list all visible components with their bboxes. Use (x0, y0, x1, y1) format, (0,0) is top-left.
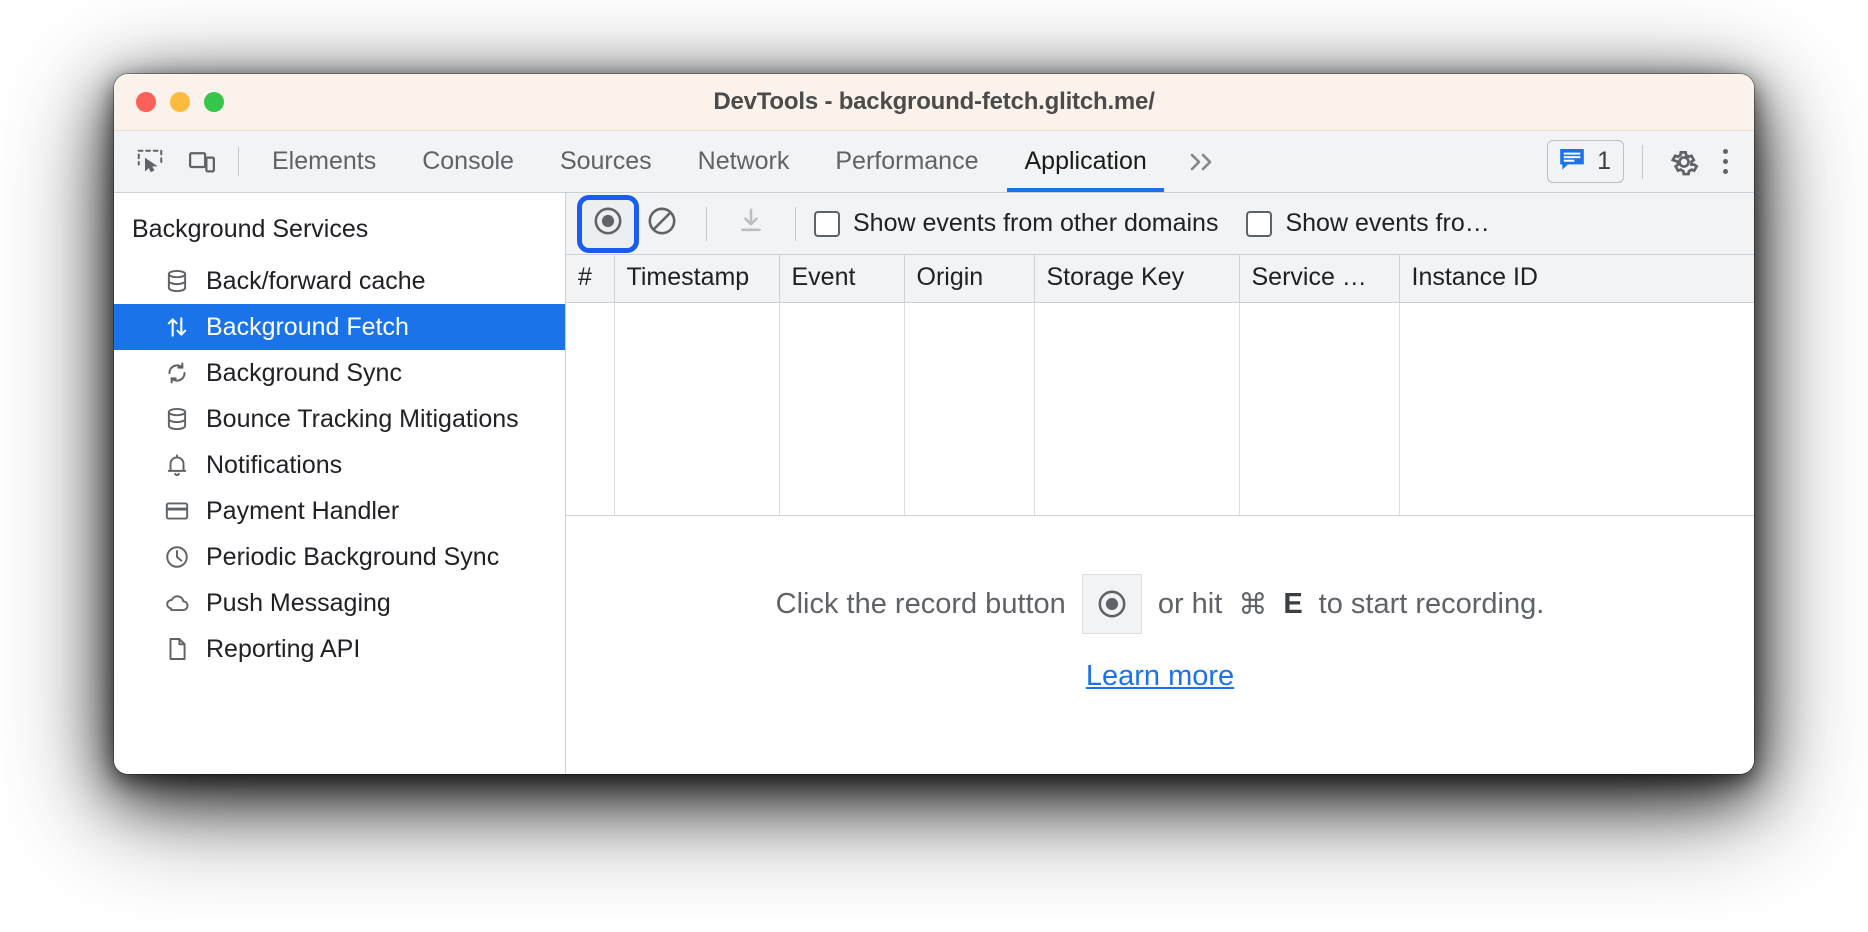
column-header-storage-key[interactable]: Storage Key (1034, 255, 1240, 303)
more-options-icon[interactable] (1711, 149, 1740, 174)
sidebar-item-label: Periodic Background Sync (206, 542, 500, 571)
sidebar-item-back-forward-cache[interactable]: Back/forward cache (114, 258, 565, 304)
sidebar-item-label: Push Messaging (206, 588, 391, 617)
more-tabs-button[interactable] (1170, 131, 1232, 192)
arrows-up-down-icon (162, 312, 192, 342)
sidebar-item-label: Notifications (206, 450, 343, 479)
learn-more-link[interactable]: Learn more (1086, 660, 1234, 693)
tab-label: Console (422, 147, 514, 175)
tab-network[interactable]: Network (675, 131, 813, 192)
maximize-window-button[interactable] (204, 92, 224, 112)
sidebar-section-title: Background Services (132, 215, 369, 243)
events-grid: # Timestamp Event Origin Storage Key Ser… (566, 255, 1754, 516)
checkbox-label: Show events fro… (1285, 209, 1490, 237)
message-icon (1557, 146, 1587, 177)
background-fetch-panel: Show events from other domains Show even… (566, 193, 1754, 774)
message-count: 1 (1597, 147, 1611, 175)
gear-icon[interactable] (1661, 139, 1707, 185)
window-title: DevTools - background-fetch.glitch.me/ (713, 88, 1155, 115)
table-empty-row (566, 302, 1754, 515)
sidebar-item-background-sync[interactable]: Background Sync (114, 350, 565, 396)
sidebar-item-label: Bounce Tracking Mitigations (206, 404, 519, 433)
sidebar-item-reporting-api[interactable]: Reporting API (114, 626, 565, 672)
tab-sources[interactable]: Sources (537, 131, 675, 192)
checkbox-box (1246, 210, 1273, 237)
minimize-window-button[interactable] (170, 92, 190, 112)
sidebar-item-label: Back/forward cache (206, 266, 426, 295)
window-titlebar: DevTools - background-fetch.glitch.me/ (114, 74, 1754, 131)
column-header-origin[interactable]: Origin (904, 255, 1035, 303)
empty-state-text-before: Click the record button (775, 587, 1066, 620)
sidebar-item-label: Reporting API (206, 634, 361, 663)
column-header-index[interactable]: # (566, 255, 615, 303)
sidebar-item-bounce-tracking-mitigations[interactable]: Bounce Tracking Mitigations (114, 396, 565, 442)
column-header-timestamp[interactable]: Timestamp (614, 255, 780, 303)
tab-performance[interactable]: Performance (812, 131, 1001, 192)
bell-icon (162, 450, 192, 480)
column-header-service-worker[interactable]: Service … (1239, 255, 1400, 303)
sidebar-item-label: Background Sync (206, 358, 402, 387)
record-button[interactable] (582, 199, 634, 248)
devtools-body: Background Services Back/forward cache B… (114, 193, 1754, 774)
shortcut-modifier-key: ⌘ (1238, 588, 1268, 621)
tab-label: Application (1024, 147, 1147, 175)
checkbox-box (814, 210, 840, 237)
toolbar-divider (238, 147, 239, 176)
sidebar-item-notifications[interactable]: Notifications (114, 442, 565, 488)
sidebar-item-background-fetch[interactable]: Background Fetch (114, 304, 565, 350)
download-icon (735, 205, 767, 242)
export-events-button[interactable] (725, 200, 777, 248)
database-icon (162, 404, 192, 434)
panel-tabs: Elements Console Sources Network Perform… (249, 131, 1547, 192)
shortcut-letter-key: E (1283, 587, 1303, 620)
tab-application[interactable]: Application (1001, 131, 1169, 192)
close-window-button[interactable] (136, 92, 156, 112)
panel-toolbar: Show events from other domains Show even… (566, 193, 1754, 255)
events-table: # Timestamp Event Origin Storage Key Ser… (566, 255, 1754, 515)
sidebar-item-push-messaging[interactable]: Push Messaging (114, 580, 565, 626)
sidebar-item-label: Background Fetch (206, 312, 409, 341)
show-events-from-checkbox[interactable]: Show events fro… (1246, 209, 1490, 238)
cloud-icon (162, 588, 192, 618)
sidebar-item-payment-handler[interactable]: Payment Handler (114, 488, 565, 534)
record-icon (591, 204, 625, 243)
application-sidebar: Background Services Back/forward cache B… (114, 193, 566, 774)
tab-label: Elements (272, 147, 377, 175)
devtools-window: DevTools - background-fetch.glitch.me/ E… (114, 74, 1754, 774)
tab-label: Sources (559, 147, 652, 175)
column-header-event[interactable]: Event (779, 255, 905, 303)
tabbar-actions: 1 (1547, 131, 1754, 192)
inline-record-icon (1081, 574, 1142, 634)
table-header-row: # Timestamp Event Origin Storage Key Ser… (566, 255, 1754, 303)
show-other-domains-checkbox[interactable]: Show events from other domains (814, 209, 1218, 238)
clear-icon (645, 204, 679, 243)
empty-state-message: Click the record button or hit ⌘ E to st… (775, 574, 1545, 634)
sidebar-item-label: Payment Handler (206, 496, 400, 525)
column-header-instance-id[interactable]: Instance ID (1399, 255, 1754, 303)
tab-console[interactable]: Console (399, 131, 537, 192)
sync-icon (162, 358, 192, 388)
empty-state: Click the record button or hit ⌘ E to st… (566, 516, 1754, 774)
toolbar-divider (706, 206, 707, 241)
checkbox-label: Show events from other domains (853, 209, 1219, 237)
toolbar-divider (1642, 144, 1643, 179)
toolbar-divider (795, 206, 796, 241)
database-icon (162, 266, 192, 296)
credit-card-icon (162, 496, 192, 526)
document-icon (162, 634, 192, 664)
empty-state-text-after: to start recording. (1318, 587, 1545, 620)
sidebar-item-periodic-background-sync[interactable]: Periodic Background Sync (114, 534, 565, 580)
tab-label: Performance (835, 147, 979, 175)
device-toolbar-icon[interactable] (176, 131, 228, 192)
clock-icon (162, 542, 192, 572)
empty-state-text-hit: or hit (1157, 587, 1223, 620)
messages-button[interactable]: 1 (1547, 140, 1624, 183)
inspect-element-icon[interactable] (124, 131, 176, 192)
tab-elements[interactable]: Elements (249, 131, 399, 192)
devtools-tabbar: Elements Console Sources Network Perform… (114, 131, 1754, 193)
window-controls (136, 92, 224, 112)
clear-button[interactable] (636, 200, 688, 248)
tab-label: Network (697, 147, 790, 175)
